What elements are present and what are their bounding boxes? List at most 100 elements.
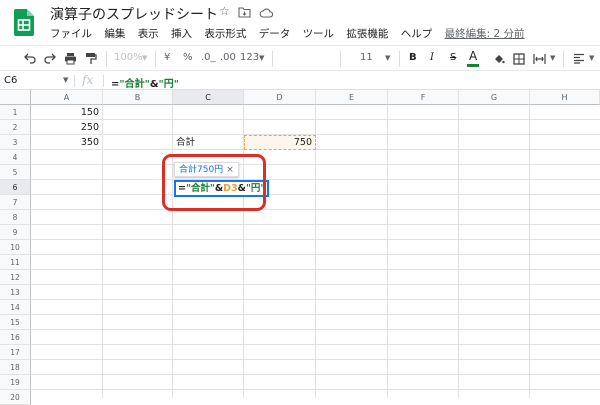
column-header-d[interactable]: D xyxy=(244,90,316,105)
cloud-icon[interactable] xyxy=(259,7,273,18)
chevron-down-icon[interactable]: ▼ xyxy=(259,54,264,62)
menu-format[interactable]: 表示形式 xyxy=(204,26,246,41)
fill-color-icon[interactable] xyxy=(493,53,505,65)
column-header-c[interactable]: C xyxy=(173,90,244,105)
strikethrough-button[interactable]: S xyxy=(450,52,456,63)
menu-help[interactable]: ヘルプ xyxy=(401,26,433,41)
menu-tools[interactable]: ツール xyxy=(303,26,335,41)
grid-line xyxy=(31,254,600,255)
sheets-logo-icon[interactable] xyxy=(14,9,34,36)
grid-line xyxy=(31,179,600,180)
fx-icon: fx xyxy=(82,73,94,87)
borders-icon[interactable] xyxy=(513,53,525,65)
formula-bar-divider xyxy=(74,75,75,87)
row-header-16[interactable]: 16 xyxy=(0,330,31,345)
row-header-10[interactable]: 10 xyxy=(0,240,31,255)
row-header-7[interactable]: 7 xyxy=(0,195,31,210)
grid-line xyxy=(31,359,600,360)
row-header-18[interactable]: 18 xyxy=(0,360,31,375)
grid-line xyxy=(31,164,600,165)
grid-line xyxy=(31,224,600,225)
menu-file[interactable]: ファイル xyxy=(50,26,92,41)
font-size-select[interactable]: 11 xyxy=(360,52,373,63)
toolbar: 100% ▼ ¥ % .0_ .00 123 ▼ 11 ▼ B I S A ▼ … xyxy=(0,45,600,71)
menu-view[interactable]: 表示 xyxy=(138,26,159,41)
cell-d3[interactable]: 750 xyxy=(244,135,315,150)
row-header-19[interactable]: 19 xyxy=(0,375,31,390)
undo-icon[interactable] xyxy=(24,53,36,64)
grid-line xyxy=(31,119,600,120)
row-header-9[interactable]: 9 xyxy=(0,225,31,240)
grid-line xyxy=(31,269,600,270)
grid-line xyxy=(31,299,600,300)
formula-token-string: "合計" xyxy=(119,79,150,90)
name-box[interactable]: C6 xyxy=(4,75,68,86)
toolbar-divider xyxy=(272,51,273,67)
print-icon[interactable] xyxy=(64,52,77,65)
row-header-14[interactable]: 14 xyxy=(0,300,31,315)
cell-a1[interactable]: 150 xyxy=(31,105,102,120)
row-header-3[interactable]: 3 xyxy=(0,135,31,150)
row-header-11[interactable]: 11 xyxy=(0,255,31,270)
column-header-a[interactable]: A xyxy=(31,90,103,105)
zoom-select[interactable]: 100% xyxy=(114,52,143,63)
grid-line xyxy=(31,314,600,315)
row-header-15[interactable]: 15 xyxy=(0,315,31,330)
column-header-g[interactable]: G xyxy=(459,90,530,105)
menu-insert[interactable]: 挿入 xyxy=(171,26,192,41)
formula-token-string: "円" xyxy=(158,79,179,90)
column-header-b[interactable]: B xyxy=(103,90,173,105)
toolbar-divider xyxy=(106,51,107,67)
row-header-6[interactable]: 6 xyxy=(0,180,31,195)
more-formats-button[interactable]: 123 xyxy=(240,52,259,63)
folder-icon[interactable] xyxy=(238,7,251,18)
decrease-decimal-button[interactable]: .0_ xyxy=(201,52,216,63)
row-header-12[interactable]: 12 xyxy=(0,270,31,285)
percent-button[interactable]: % xyxy=(183,52,193,63)
text-color-swatch xyxy=(467,64,479,67)
row-header-8[interactable]: 8 xyxy=(0,210,31,225)
cell-c3[interactable]: 合計 xyxy=(173,135,243,150)
chevron-down-icon[interactable]: ▼ xyxy=(385,54,390,62)
row-header-13[interactable]: 13 xyxy=(0,285,31,300)
star-icon[interactable]: ☆ xyxy=(219,4,230,18)
grid-line xyxy=(31,284,600,285)
menu-extensions[interactable]: 拡張機能 xyxy=(346,26,388,41)
row-header-4[interactable]: 4 xyxy=(0,150,31,165)
paint-format-icon[interactable] xyxy=(85,52,97,65)
row-header-1[interactable]: 1 xyxy=(0,105,31,120)
currency-button[interactable]: ¥ xyxy=(164,52,170,63)
cell-a3[interactable]: 350 xyxy=(31,135,102,150)
grid-line xyxy=(31,374,600,375)
grid-line xyxy=(31,344,600,345)
row-header-5[interactable]: 5 xyxy=(0,165,31,180)
chevron-down-icon[interactable]: ▼ xyxy=(142,54,147,62)
redo-icon[interactable] xyxy=(44,53,56,64)
column-header-h[interactable]: H xyxy=(530,90,600,105)
column-header-f[interactable]: F xyxy=(388,90,459,105)
chevron-down-icon[interactable]: ▼ xyxy=(550,54,555,62)
app-header: 演算子のスプレッドシート ☆ ファイル 編集 表示 挿入 表示形式 データ ツー… xyxy=(0,0,600,44)
menu-edit[interactable]: 編集 xyxy=(104,26,125,41)
toolbar-divider xyxy=(563,51,564,67)
text-color-button[interactable]: A xyxy=(469,49,477,63)
row-header-17[interactable]: 17 xyxy=(0,345,31,360)
increase-decimal-button[interactable]: .00 xyxy=(220,52,236,63)
italic-button[interactable]: I xyxy=(430,52,434,63)
last-edit-link[interactable]: 最終編集: 2 分前 xyxy=(445,26,525,41)
row-header-2[interactable]: 2 xyxy=(0,120,31,135)
grid-line xyxy=(31,209,600,210)
bold-button[interactable]: B xyxy=(409,52,417,63)
select-all-corner[interactable] xyxy=(0,90,31,105)
grid-line xyxy=(31,194,600,195)
formula-input[interactable]: ="合計"&"円" xyxy=(111,75,179,90)
merge-cells-icon[interactable] xyxy=(533,53,546,65)
grid-line xyxy=(31,389,600,390)
chevron-down-icon[interactable]: ▼ xyxy=(63,76,68,84)
menu-data[interactable]: データ xyxy=(259,26,291,41)
document-title[interactable]: 演算子のスプレッドシート xyxy=(50,4,218,24)
cell-a2[interactable]: 250 xyxy=(31,120,102,135)
align-left-icon[interactable] xyxy=(573,53,585,64)
chevron-down-icon[interactable]: ▼ xyxy=(589,54,594,62)
column-header-e[interactable]: E xyxy=(316,90,388,105)
